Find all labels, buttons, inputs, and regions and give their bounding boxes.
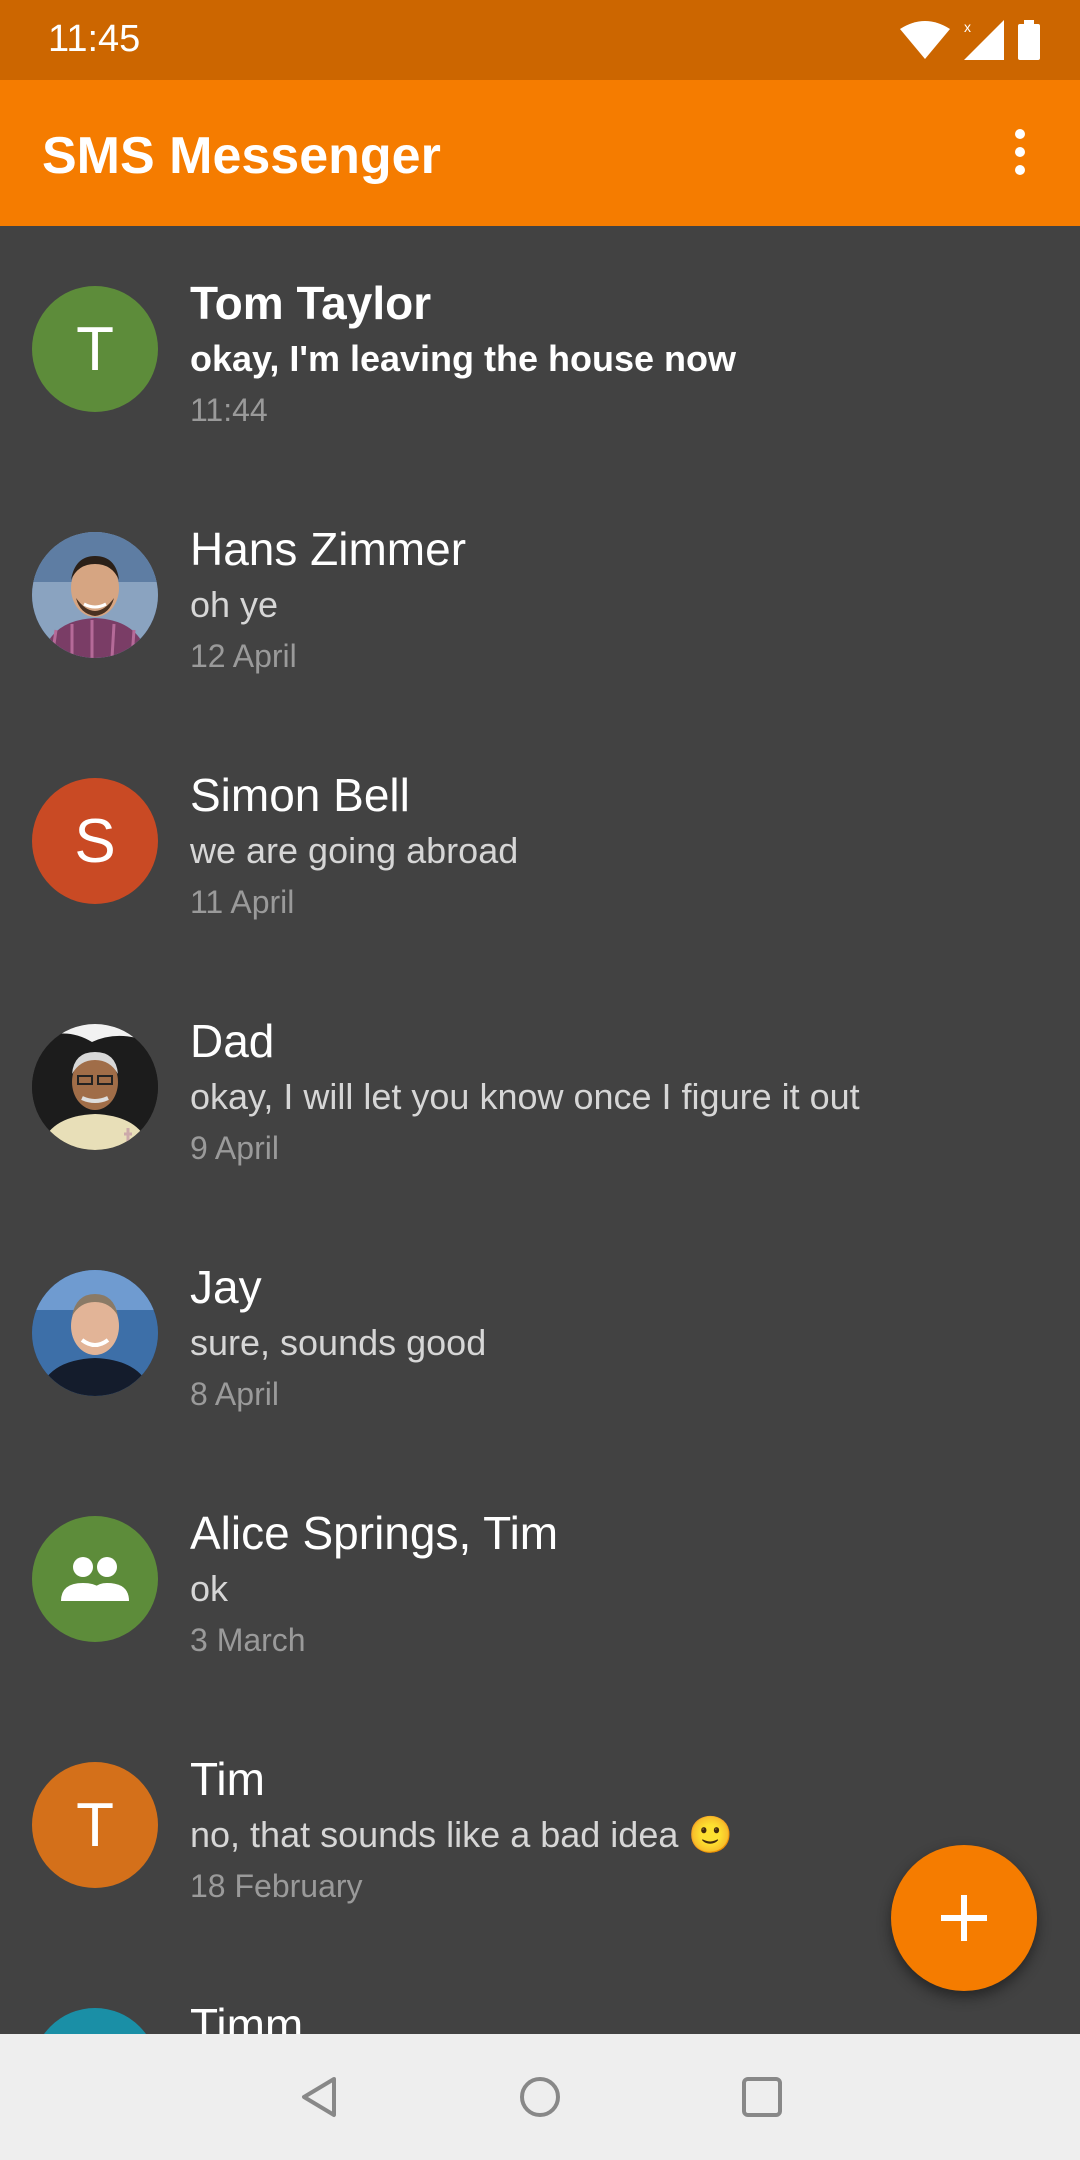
home-circle-icon[interactable]: [515, 2072, 565, 2122]
contact-name: Tim: [190, 1753, 265, 1805]
contact-name: Jay: [190, 1261, 262, 1313]
contact-name: Dad: [190, 1015, 275, 1067]
message-date: 9 April: [190, 1130, 279, 1166]
message-snippet: sure, sounds good: [190, 1322, 487, 1363]
status-bar: 11:45 x: [0, 0, 1080, 80]
avatar: [32, 532, 158, 658]
message-date: 8 April: [190, 1376, 279, 1412]
navigation-bar: [0, 2034, 1080, 2160]
avatar-letter: T: [76, 1790, 114, 1860]
avatar-letter: T: [76, 314, 114, 384]
contact-name: Timm: [190, 1999, 304, 2034]
conversation-list: T Tom Taylor okay, I'm leaving the house…: [0, 226, 1080, 2034]
svg-text:x: x: [964, 20, 971, 35]
conversation-item[interactable]: Alice Springs, Tim ok 3 March: [0, 1456, 1080, 1702]
group-icon: [61, 1557, 129, 1601]
conversation-item[interactable]: Dad okay, I will let you know once I fig…: [0, 964, 1080, 1210]
contact-name: Alice Springs, Tim: [190, 1507, 559, 1559]
plus-icon: [941, 1895, 987, 1941]
battery-icon: [1018, 20, 1040, 60]
avatar: [32, 1270, 158, 1396]
contact-photo: [32, 1270, 158, 1396]
new-conversation-button[interactable]: [891, 1845, 1037, 1991]
message-snippet: ok: [190, 1568, 229, 1609]
signal-icon: x: [964, 20, 1004, 60]
back-triangle-icon[interactable]: [295, 2072, 345, 2122]
avatar: [32, 2008, 158, 2034]
conversation-item[interactable]: Jay sure, sounds good 8 April: [0, 1210, 1080, 1456]
contact-photo: [32, 1024, 158, 1150]
message-date: 18 February: [190, 1868, 363, 1904]
avatar: [32, 1516, 158, 1642]
avatar: S: [32, 778, 158, 904]
contact-photo: [32, 532, 158, 658]
message-snippet: oh ye: [190, 584, 279, 625]
message-date: 11:44: [190, 392, 268, 428]
more-vert-icon[interactable]: [988, 120, 1052, 184]
status-icons: x: [900, 20, 1040, 60]
message-snippet: okay, I will let you know once I figure …: [190, 1076, 860, 1117]
conversation-item[interactable]: T Tom Taylor okay, I'm leaving the house…: [0, 226, 1080, 472]
app-title: SMS Messenger: [42, 127, 441, 185]
contact-name: Hans Zimmer: [190, 523, 467, 575]
wifi-icon: [900, 21, 950, 59]
conversation-item[interactable]: S Simon Bell we are going abroad 11 Apri…: [0, 718, 1080, 964]
message-snippet: no, that sounds like a bad idea 🙂: [190, 1814, 734, 1855]
message-date: 3 March: [190, 1622, 306, 1658]
avatar: T: [32, 286, 158, 412]
message-date: 11 April: [190, 884, 295, 920]
conversation-item[interactable]: Hans Zimmer oh ye 12 April: [0, 472, 1080, 718]
message-snippet: okay, I'm leaving the house now: [190, 338, 737, 379]
avatar-letter: S: [74, 806, 116, 876]
status-time: 11:45: [48, 18, 141, 60]
message-date: 12 April: [190, 638, 297, 674]
message-snippet: we are going abroad: [190, 830, 519, 871]
avatar: [32, 1024, 158, 1150]
app-bar: SMS Messenger: [0, 80, 1080, 226]
contact-name: Simon Bell: [190, 769, 410, 821]
recents-square-icon[interactable]: [737, 2072, 787, 2122]
avatar: T: [32, 1762, 158, 1888]
contact-name: Tom Taylor: [190, 277, 432, 329]
